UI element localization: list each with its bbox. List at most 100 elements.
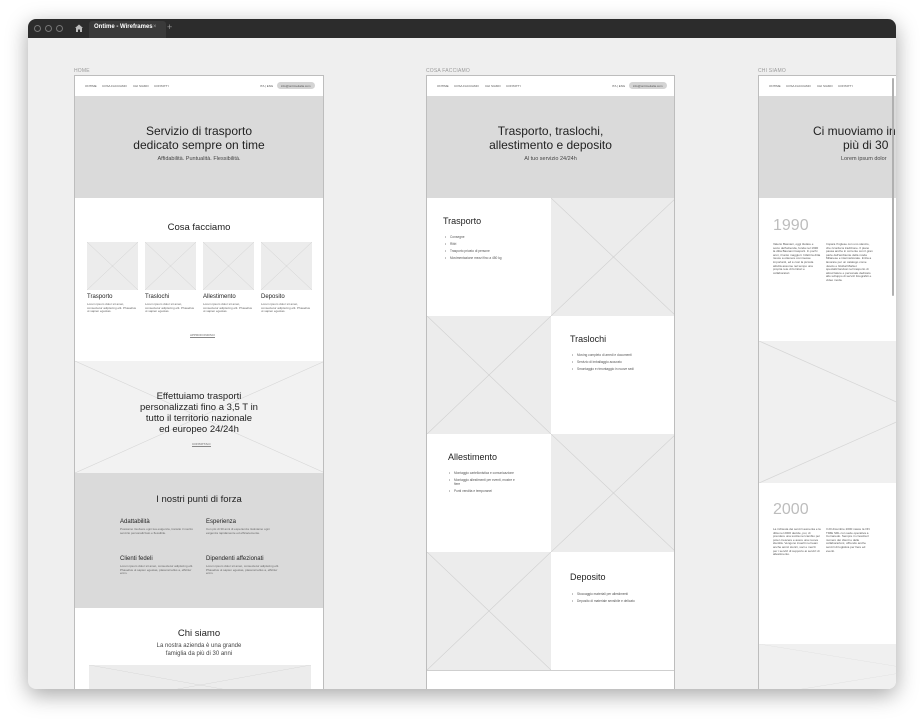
- contact-pill[interactable]: info@ontimeitalia.com: [629, 82, 667, 89]
- strength-title: Dipendenti affezionati: [206, 556, 264, 562]
- section-image-placeholder: [551, 434, 674, 552]
- close-window-button[interactable]: [34, 25, 41, 32]
- history-image-placeholder: [759, 341, 896, 483]
- home-nav: ONTIME COSA FACCIAMO CHI SIAMO CONTATTI …: [75, 76, 323, 96]
- bullet-item: Ritiri: [445, 242, 515, 246]
- bullet-item: Trasporto privato di persone: [445, 249, 515, 253]
- bullet-item: Punti vendita e temporanei: [449, 489, 521, 493]
- banner-contact-link[interactable]: CONTATTACI: [192, 442, 211, 447]
- about-image-placeholder: [89, 665, 311, 689]
- section-bullets: Stoccaggio materiali per allestimenti De…: [572, 592, 644, 606]
- history-paragraph: Valerio Basnani, oggi titolare e socio d…: [773, 242, 821, 275]
- service-image-placeholder: [261, 242, 312, 290]
- app-window: Ontime - Wireframes × + HOME ONTIME COSA…: [28, 19, 896, 689]
- nav-item[interactable]: CHI SIAMO: [485, 84, 501, 88]
- section-image-placeholder: [427, 552, 551, 670]
- about-title: Chi siamo: [177, 628, 221, 639]
- about-nav: ONTIME COSA FACCIAMO CHI SIAMO CONTATTI: [759, 76, 896, 96]
- strength-text: Lorem ipsum dolor sit amet, consectetur …: [206, 564, 280, 576]
- frame-services[interactable]: ONTIME COSA FACCIAMO CHI SIAMO CONTATTI …: [426, 75, 675, 689]
- nav-item[interactable]: ONTIME: [437, 84, 449, 88]
- language-switch[interactable]: ITA | ENG: [260, 84, 273, 88]
- section-image-placeholder: [427, 316, 551, 434]
- strength-title: Esperienza: [206, 519, 237, 525]
- nav-item[interactable]: CONTATTI: [838, 84, 853, 88]
- history-paragraph: Impara l'inglese con uno slancio, che ri…: [826, 242, 873, 282]
- bullet-item: Movimentazione mezzi fino a 450 kg: [445, 256, 515, 260]
- hero-title-line2: più di 30: [843, 138, 889, 152]
- banner-line1: Effettuiamo trasporti: [156, 391, 242, 402]
- strength-title: Clienti fedeli: [120, 556, 153, 562]
- about-line2: famiglia da più di 30 anni: [165, 651, 233, 657]
- bullet-item: Servizio di imballaggio accurato: [572, 360, 644, 364]
- services-more-link[interactable]: APPROFONDISCI: [190, 333, 215, 338]
- hero-title-line1: Servizio di trasporto: [145, 124, 253, 138]
- banner-line3: tutto il territorio nazionale: [145, 413, 253, 424]
- hero-title-line2: dedicato sempre on time: [133, 138, 265, 152]
- bullet-item: Moving completo di arredi e documenti: [572, 353, 644, 357]
- strength-text: Possiamo risolvere ogni tua esigenza, tr…: [120, 527, 194, 535]
- strength-text: Lorem ipsum dolor sit amet, consectetur …: [120, 564, 194, 576]
- frame-about[interactable]: ONTIME COSA FACCIAMO CHI SIAMO CONTATTI …: [758, 75, 896, 689]
- section-bullets: Montaggio cartellonistica e comunicazion…: [449, 471, 521, 496]
- nav-item[interactable]: CHI SIAMO: [817, 84, 833, 88]
- nav-item[interactable]: CONTATTI: [154, 84, 169, 88]
- tab-title: Ontime - Wireframes: [94, 24, 153, 30]
- nav-item[interactable]: ONTIME: [769, 84, 781, 88]
- minimize-window-button[interactable]: [45, 25, 52, 32]
- service-card-text: Lorem ipsum dolor sit amet, consectetur …: [145, 302, 195, 314]
- frame-label-services[interactable]: COSA FACCIAMO: [426, 68, 470, 74]
- bullet-item: Montaggio allestimenti per eventi, mostr…: [449, 478, 521, 486]
- home-icon[interactable]: [74, 23, 84, 33]
- service-card-title: Traslochi: [145, 294, 170, 300]
- section-image-placeholder: [551, 198, 674, 316]
- frame-label-about[interactable]: CHI SIAMO: [758, 68, 786, 74]
- maximize-window-button[interactable]: [56, 25, 63, 32]
- language-switch[interactable]: ITA | ENG: [612, 84, 625, 88]
- service-card-title: Trasporto: [87, 294, 113, 300]
- hero-title-line1: Trasporto, traslochi,: [497, 124, 604, 138]
- strength-title: Adattabilità: [120, 519, 150, 525]
- vertical-scrollbar[interactable]: [892, 78, 894, 296]
- hero-title-line2: allestimento e deposito: [489, 138, 612, 152]
- history-image-placeholder: [759, 644, 896, 689]
- bullet-item: Smontaggio e rimontaggio in nuove sedi: [572, 367, 644, 371]
- frame-home[interactable]: ONTIME COSA FACCIAMO CHI SIAMO CONTATTI …: [74, 75, 324, 689]
- banner-line4: ed europeo 24/24h: [159, 424, 239, 435]
- title-bar: Ontime - Wireframes × +: [28, 19, 896, 38]
- service-image-placeholder: [203, 242, 254, 290]
- services-nav: ONTIME COSA FACCIAMO CHI SIAMO CONTATTI …: [427, 76, 674, 96]
- service-card-title: Deposito: [261, 294, 285, 300]
- tab-close-icon[interactable]: ×: [153, 24, 157, 30]
- service-card-title: Allestimento: [203, 294, 236, 300]
- nav-item[interactable]: COSA FACCIAMO: [454, 84, 479, 88]
- frame-label-home[interactable]: HOME: [74, 68, 90, 74]
- section-title: Trasporto: [443, 216, 482, 226]
- section-title: Traslochi: [570, 334, 607, 344]
- section-title: Allestimento: [448, 452, 498, 462]
- hero-title-line1: Ci muoviamo in: [813, 124, 896, 138]
- nav-item[interactable]: ONTIME: [85, 84, 97, 88]
- hero-subtitle: Lorem ipsum dolor: [841, 156, 887, 162]
- bullet-item: Consegne: [445, 235, 515, 239]
- nav-item[interactable]: COSA FACCIAMO: [102, 84, 127, 88]
- service-image-placeholder: [87, 242, 138, 290]
- nav-item[interactable]: CONTATTI: [506, 84, 521, 88]
- design-canvas[interactable]: HOME ONTIME COSA FACCIAMO CHI SIAMO CONT…: [28, 38, 896, 689]
- services-hero: Trasporto, traslochi, allestimento e dep…: [427, 96, 674, 198]
- nav-item[interactable]: CHI SIAMO: [133, 84, 149, 88]
- strength-text: Con più di 30 anni di esperienza risolvi…: [206, 527, 270, 535]
- section-title: Deposito: [570, 572, 606, 582]
- contact-pill[interactable]: info@ontimeitalia.com: [277, 82, 315, 89]
- hero-subtitle: Affidabilità. Puntualità. Flessibilità.: [157, 156, 241, 162]
- history-paragraph: La richiesta dei servizi aumenta e la di…: [773, 527, 821, 557]
- service-card-text: Lorem ipsum dolor sit amet, consectetur …: [261, 302, 311, 314]
- bullet-item: Montaggio cartellonistica e comunicazion…: [449, 471, 521, 475]
- home-hero: Servizio di trasporto dedicato sempre on…: [75, 96, 323, 198]
- service-image-placeholder: [145, 242, 196, 290]
- bullet-item: Stoccaggio materiali per allestimenti: [572, 592, 644, 596]
- bullet-item: Deposito di materiale sensibile e delica…: [572, 599, 644, 603]
- section-divider: [427, 670, 674, 671]
- new-tab-button[interactable]: +: [167, 22, 172, 32]
- nav-item[interactable]: COSA FACCIAMO: [786, 84, 811, 88]
